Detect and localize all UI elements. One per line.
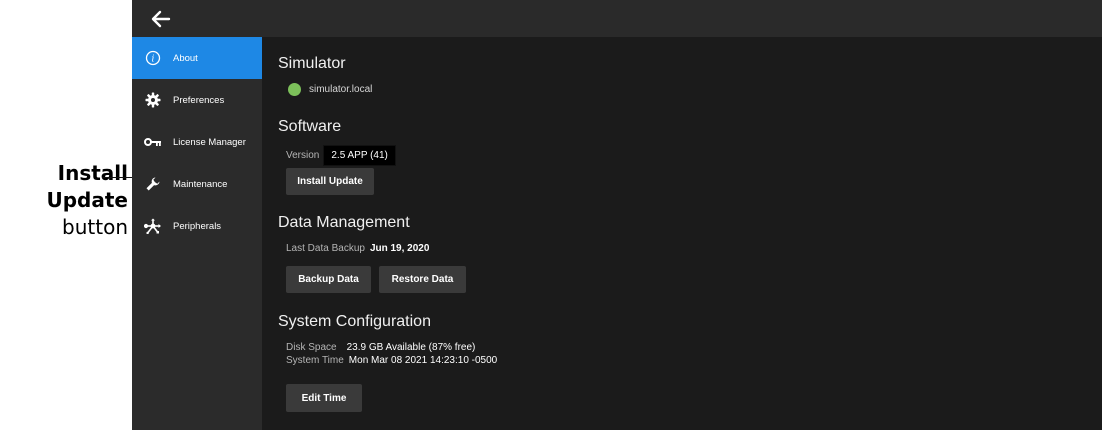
last-backup-row: Last Data Backup Jun 19, 2020 xyxy=(286,243,429,254)
restore-data-button[interactable]: Restore Data xyxy=(379,266,466,293)
sidebar-item-peripherals[interactable]: Peripherals xyxy=(132,205,262,247)
software-title: Software xyxy=(278,118,342,135)
callout-line-3: button xyxy=(62,215,128,239)
wrench-icon xyxy=(144,175,162,193)
system-time-row: System Time Mon Mar 08 2021 14:23:10 -05… xyxy=(286,355,497,366)
peripherals-icon xyxy=(144,217,162,235)
sidebar-item-label: Peripherals xyxy=(173,220,222,232)
install-update-button[interactable]: Install Update xyxy=(286,168,374,195)
key-icon xyxy=(144,133,162,151)
backup-data-button[interactable]: Backup Data xyxy=(286,266,371,293)
version-value: 2.5 APP (41) xyxy=(323,145,396,166)
last-backup-label: Last Data Backup xyxy=(286,243,365,254)
system-time-label: System Time xyxy=(286,355,344,366)
sidebar-item-about[interactable]: i About xyxy=(132,37,262,79)
system-configuration-title: System Configuration xyxy=(278,313,431,330)
sidebar-item-label: Preferences xyxy=(173,94,225,106)
version-row: Version 2.5 APP (41) xyxy=(286,145,396,166)
svg-text:i: i xyxy=(152,55,155,65)
info-icon: i xyxy=(144,49,162,67)
data-management-title: Data Management xyxy=(278,214,410,231)
install-update-callout: Install Update button xyxy=(0,160,129,241)
back-arrow-icon[interactable] xyxy=(150,8,172,30)
sidebar-item-label: License Manager xyxy=(173,136,246,148)
gear-icon xyxy=(144,91,162,109)
edit-time-button[interactable]: Edit Time xyxy=(286,384,362,412)
device-title: Simulator xyxy=(278,55,346,72)
app-window: i About Preferences License Manager Main… xyxy=(132,0,1102,430)
main-panel: Simulator simulator.local Software Versi… xyxy=(262,37,1102,430)
version-label: Version xyxy=(286,150,320,161)
sidebar-item-preferences[interactable]: Preferences xyxy=(132,79,262,121)
host-row: simulator.local xyxy=(288,83,372,96)
top-bar xyxy=(132,0,1102,37)
last-backup-value: Jun 19, 2020 xyxy=(369,243,430,254)
host-name: simulator.local xyxy=(309,84,373,95)
disk-space-row: Disk Space 23.9 GB Available (87% free) xyxy=(286,342,475,353)
callout-line-1: Install xyxy=(57,161,128,185)
online-status-dot xyxy=(288,83,301,96)
callout-line-2: Update xyxy=(46,188,129,212)
sidebar-item-label: Maintenance xyxy=(173,178,228,190)
disk-space-value: 23.9 GB Available (87% free) xyxy=(346,342,476,353)
disk-space-label: Disk Space xyxy=(286,342,337,353)
system-time-value: Mon Mar 08 2021 14:23:10 -0500 xyxy=(348,355,498,366)
sidebar-item-license-manager[interactable]: License Manager xyxy=(132,121,262,163)
sidebar-item-label: About xyxy=(173,52,198,64)
sidebar: i About Preferences License Manager Main… xyxy=(132,37,262,430)
sidebar-item-maintenance[interactable]: Maintenance xyxy=(132,163,262,205)
